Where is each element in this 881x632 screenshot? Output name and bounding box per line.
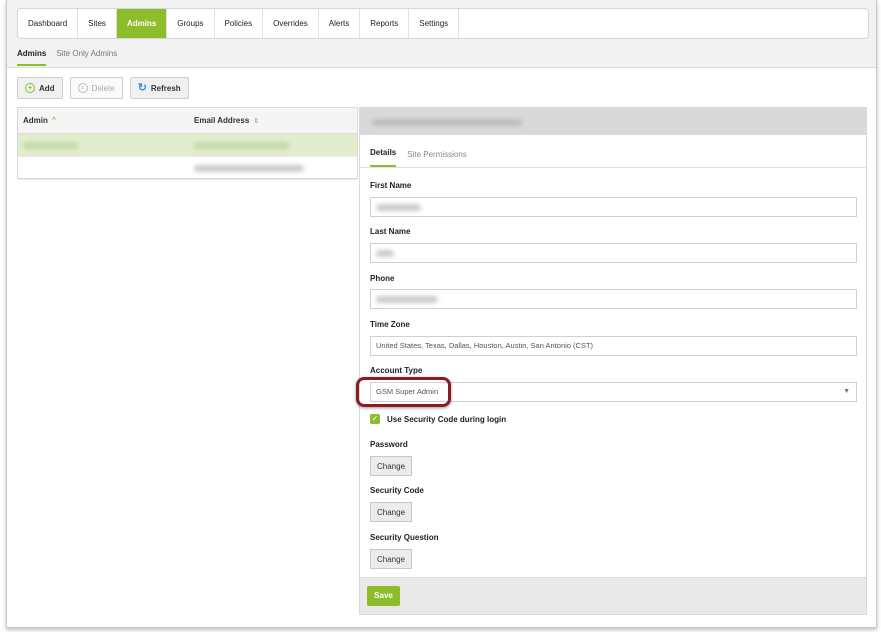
- checkmark-icon: ✓: [371, 414, 379, 423]
- nav-policies[interactable]: Policies: [215, 9, 264, 38]
- nav-reports[interactable]: Reports: [360, 9, 410, 38]
- toolbar: + Add × Delete ↻ Refresh: [17, 77, 189, 99]
- delete-button[interactable]: × Delete: [69, 77, 123, 99]
- nav-groups[interactable]: Groups: [167, 9, 215, 38]
- last-name-label: Last Name: [370, 227, 411, 236]
- security-question-label: Security Question: [370, 533, 439, 542]
- table-row[interactable]: [18, 134, 357, 157]
- table-header: Admin ^ Email Address ⇕: [18, 108, 357, 134]
- admins-table: Admin ^ Email Address ⇕: [17, 107, 358, 180]
- refresh-button-label: Refresh: [150, 83, 181, 93]
- add-button-label: Add: [39, 83, 55, 93]
- tab-site-permissions[interactable]: Site Permissions: [407, 150, 467, 167]
- security-code-label: Security Code: [370, 486, 424, 495]
- table-cell-email: [189, 141, 357, 149]
- first-name-input[interactable]: [370, 197, 857, 217]
- redacted-text: [194, 164, 304, 172]
- account-type-label: Account Type: [370, 366, 423, 375]
- refresh-button[interactable]: ↻ Refresh: [129, 77, 189, 99]
- security-code-checkbox-label: Use Security Code during login: [387, 415, 507, 424]
- sort-ascending-icon: ^: [51, 117, 56, 124]
- redacted-text: [376, 204, 421, 211]
- delete-button-label: Delete: [91, 83, 115, 93]
- password-label: Password: [370, 440, 408, 449]
- app-window: Dashboard Sites Admins Groups Policies O…: [6, 0, 877, 628]
- main-nav: Dashboard Sites Admins Groups Policies O…: [17, 8, 869, 39]
- redacted-text: [372, 119, 522, 126]
- sub-nav: Admins Site Only Admins: [17, 49, 117, 66]
- redacted-text: [376, 250, 394, 257]
- refresh-icon: ↻: [137, 82, 147, 94]
- redacted-text: [194, 141, 289, 149]
- change-security-code-button[interactable]: Change: [370, 502, 412, 522]
- caret-down-icon: ▼: [843, 388, 850, 395]
- phone-label: Phone: [370, 274, 395, 283]
- security-code-checkbox[interactable]: ✓: [370, 414, 380, 424]
- nav-settings[interactable]: Settings: [409, 9, 460, 38]
- table-cell-email: [189, 164, 357, 172]
- nav-alerts[interactable]: Alerts: [319, 9, 361, 38]
- tab-details[interactable]: Details: [370, 148, 397, 167]
- time-zone-label: Time Zone: [370, 320, 410, 329]
- save-button[interactable]: Save: [367, 586, 400, 606]
- table-row[interactable]: [18, 157, 357, 180]
- column-header-email[interactable]: Email Address ⇕: [189, 116, 357, 125]
- add-button[interactable]: + Add: [17, 77, 63, 99]
- phone-input[interactable]: [370, 289, 857, 309]
- time-zone-input[interactable]: United States, Texas, Dallas, Houston, A…: [370, 336, 857, 356]
- redacted-text: [23, 141, 78, 149]
- plus-icon: +: [25, 83, 35, 93]
- detail-tabs: Details Site Permissions: [360, 135, 866, 168]
- nav-overrides[interactable]: Overrides: [263, 9, 319, 38]
- top-navigation-area: Dashboard Sites Admins Groups Policies O…: [7, 0, 876, 68]
- table-cell-admin: [18, 141, 189, 149]
- annotation-highlight-box: [356, 377, 451, 407]
- change-password-button[interactable]: Change: [370, 456, 412, 476]
- close-circle-icon: ×: [77, 83, 88, 93]
- nav-sites[interactable]: Sites: [78, 9, 117, 38]
- column-header-admin[interactable]: Admin ^: [18, 116, 189, 125]
- subnav-admins[interactable]: Admins: [17, 49, 47, 66]
- sort-icon: ⇕: [253, 117, 260, 125]
- column-email-label: Email Address: [194, 116, 250, 125]
- change-security-question-button[interactable]: Change: [370, 549, 412, 569]
- detail-footer: Save: [360, 577, 866, 614]
- last-name-input[interactable]: [370, 243, 857, 263]
- admin-detail-panel: Details Site Permissions First Name Last…: [359, 107, 867, 615]
- first-name-label: First Name: [370, 181, 412, 190]
- nav-admins[interactable]: Admins: [116, 9, 168, 38]
- redacted-text: [376, 296, 438, 303]
- column-admin-label: Admin: [23, 116, 48, 125]
- nav-dashboard[interactable]: Dashboard: [18, 9, 79, 38]
- detail-header: [360, 108, 866, 135]
- subnav-site-only-admins[interactable]: Site Only Admins: [56, 49, 117, 66]
